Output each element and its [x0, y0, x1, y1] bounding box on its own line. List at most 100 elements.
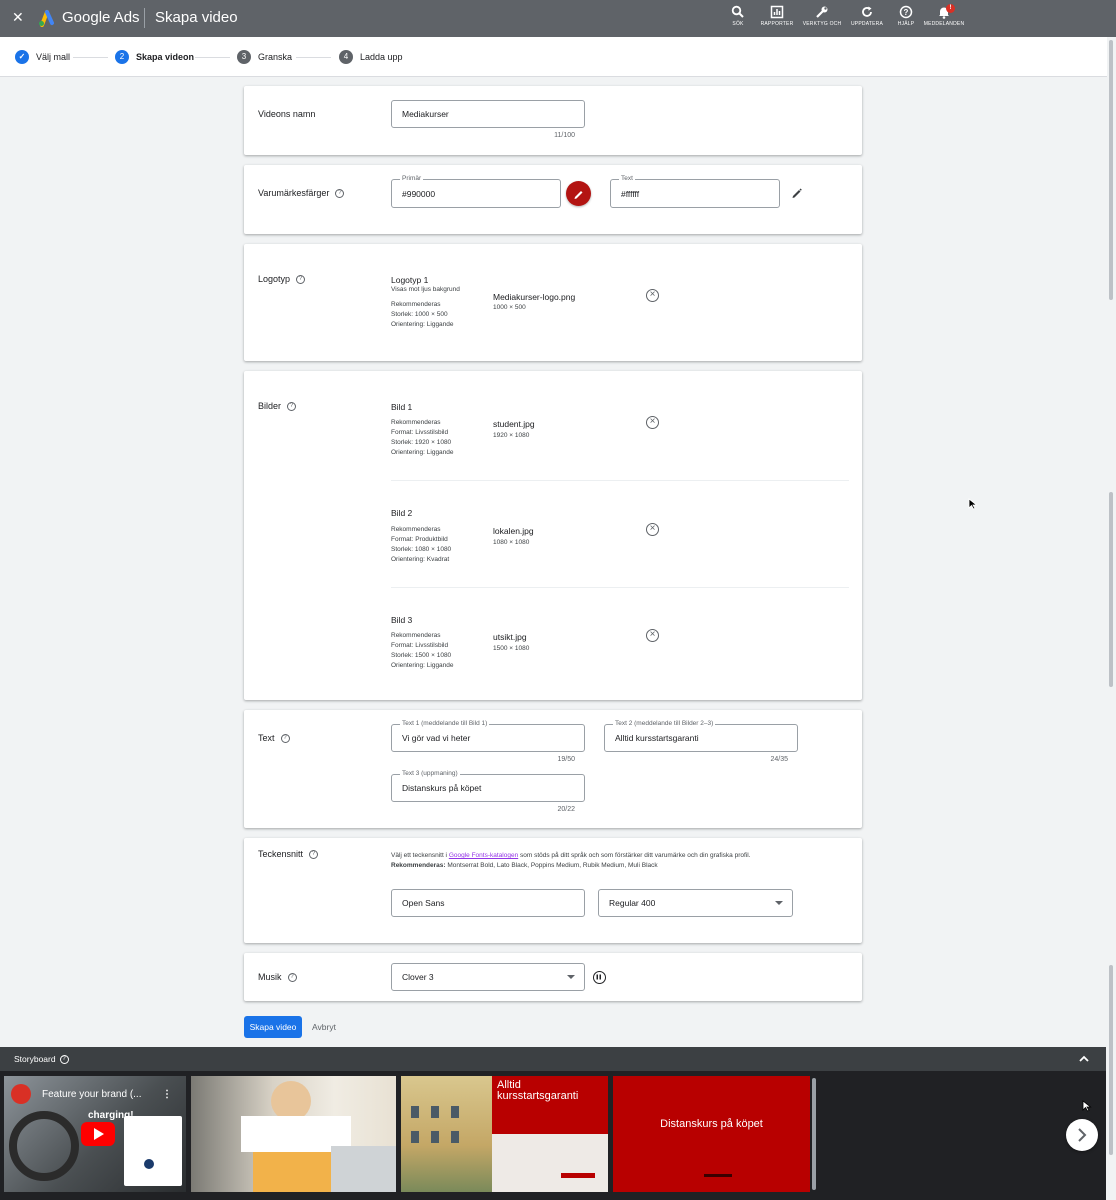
search-button[interactable]: SÖK — [718, 5, 758, 27]
thumb-guarantee-text: Alltid kursstartsgaranti — [497, 1079, 579, 1102]
logo-label-text: Logotyp — [258, 274, 291, 284]
image-3-rec-3: Storlek: 1500 × 1080 — [391, 652, 452, 659]
text-3-label: Text 3 (uppmaning) — [400, 769, 460, 779]
step-connector — [296, 57, 331, 58]
page-title: Skapa video — [155, 9, 238, 26]
step-create-video[interactable]: 2 Skapa videon — [115, 49, 194, 65]
scrollbar-thumb[interactable] — [1109, 40, 1113, 300]
text-1-value: Vi gör vad vi heter — [402, 733, 471, 743]
storyboard-thumb-video[interactable]: Feature your brand (... ⋮ charging! — [4, 1076, 186, 1192]
pause-icon — [596, 974, 601, 980]
close-icon: × — [649, 416, 656, 427]
logo-card: Logotyp ? Logotyp 1 Visas mot ljus bakgr… — [244, 244, 862, 361]
text-color-label: Text — [619, 174, 635, 184]
storyboard-thumb-student[interactable] — [191, 1076, 396, 1192]
brand-logo-strip — [561, 1173, 595, 1178]
youtube-play-icon[interactable] — [81, 1122, 115, 1146]
step-label: Granska — [258, 52, 293, 62]
image-3-title: Bild 3 — [391, 615, 413, 625]
chevron-up-icon[interactable] — [1078, 1053, 1090, 1065]
font-weight-value: Regular 400 — [609, 898, 656, 908]
close-icon[interactable]: ✕ — [12, 9, 24, 26]
window — [411, 1106, 419, 1118]
search-icon — [731, 5, 744, 18]
more-vert-icon[interactable]: ⋮ — [162, 1089, 172, 1100]
help-button[interactable]: ? HJÄLP — [886, 5, 926, 27]
text-2-input[interactable]: Text 2 (meddelande till Bilder 2–3) Allt… — [604, 719, 798, 752]
step-number: 4 — [339, 50, 353, 64]
remove-image-1-button[interactable]: × — [646, 416, 659, 429]
video-overlay-text: charging! — [88, 1110, 134, 1121]
storyboard-title-text: Storyboard — [14, 1054, 56, 1064]
remove-image-2-button[interactable]: × — [646, 523, 659, 536]
music-select[interactable]: Clover 3 — [391, 963, 585, 991]
step-upload[interactable]: 4 Ladda upp — [339, 49, 403, 65]
create-video-button[interactable]: Skapa video — [244, 1016, 302, 1038]
help-icon[interactable]: ? — [59, 1054, 69, 1064]
notification-badge: ! — [946, 4, 955, 13]
top-app-bar: ✕ Google Ads Skapa video SÖK RAPPORTER V… — [0, 0, 1116, 37]
image-3-rec-2: Format: Livsstilsbild — [391, 642, 449, 649]
font-label: Teckensnitt ? — [258, 849, 319, 859]
logo-rec-2: Storlek: 1000 × 500 — [391, 311, 448, 318]
storyboard-header[interactable]: Storyboard ? — [0, 1047, 1106, 1071]
divider — [391, 587, 849, 588]
chevron-right-icon — [1078, 1128, 1087, 1142]
storyboard-title: Storyboard ? — [14, 1054, 69, 1064]
image-3-rec-1: Rekommenderas — [391, 632, 441, 639]
pause-button[interactable] — [593, 971, 606, 984]
brand-logo-icon — [144, 1159, 154, 1169]
help-icon[interactable]: ? — [296, 274, 306, 284]
image-1-file-size: 1920 × 1080 — [493, 432, 530, 439]
cancel-button[interactable]: Avbryt — [312, 1022, 336, 1032]
text-1-counter: 19/50 — [557, 756, 575, 763]
font-weight-select[interactable]: Regular 400 — [598, 889, 793, 917]
primary-color-picker-button[interactable] — [566, 181, 591, 206]
channel-avatar — [11, 1084, 31, 1104]
font-family-input[interactable]: Open Sans — [391, 889, 585, 917]
cursor-icon — [968, 498, 978, 512]
window — [451, 1106, 459, 1118]
help-icon[interactable]: ? — [280, 733, 290, 743]
text-3-input[interactable]: Text 3 (uppmaning) Distanskurs på köpet — [391, 769, 585, 802]
scrollbar-thumb[interactable] — [1109, 492, 1113, 687]
text-color-picker-button[interactable] — [789, 185, 805, 201]
reports-button[interactable]: RAPPORTER — [757, 5, 797, 27]
remove-logo-button[interactable]: × — [646, 289, 659, 302]
step-review[interactable]: 3 Granska — [237, 49, 292, 65]
logo-rec-3: Orientering: Liggande — [391, 321, 454, 328]
reports-label: RAPPORTER — [760, 21, 794, 27]
remove-image-3-button[interactable]: × — [646, 629, 659, 642]
close-icon: × — [649, 629, 656, 640]
image-2-file-name: lokalen.jpg — [493, 526, 534, 536]
scrollbar-thumb[interactable] — [1109, 965, 1113, 1155]
storyboard-thumb-endcard[interactable]: Distanskurs på köpet — [613, 1076, 810, 1192]
step-choose-template[interactable]: ✓ Välj mall — [15, 49, 70, 65]
text-color-input[interactable]: Text #ffffff — [610, 174, 780, 208]
pencil-icon — [574, 191, 583, 199]
storyboard-thumb-building[interactable]: Alltid kursstartsgaranti — [401, 1076, 608, 1192]
help-icon[interactable]: ? — [287, 972, 297, 982]
storyboard-scroll-thumb[interactable] — [812, 1078, 816, 1190]
text-1-label: Text 1 (meddelande till Bild 1) — [400, 719, 490, 729]
image-2-file-size: 1080 × 1080 — [493, 539, 530, 546]
google-fonts-link[interactable]: Google Fonts-katalogen — [449, 852, 518, 859]
image-1-title: Bild 1 — [391, 402, 413, 412]
logo-file-size: 1000 × 500 — [493, 304, 526, 311]
help-icon[interactable]: ? — [309, 849, 319, 859]
video-name-input[interactable]: Mediakurser — [391, 100, 585, 128]
help-icon[interactable]: ? — [287, 401, 297, 411]
help-icon[interactable]: ? — [335, 188, 345, 198]
notifications-button[interactable]: MEDDELANDEN ! — [923, 4, 965, 27]
primary-color-input[interactable]: Primär #990000 — [391, 174, 561, 208]
text-2-label: Text 2 (meddelande till Bilder 2–3) — [613, 719, 716, 729]
brand-colors-card: Varumärkesfärger ? Primär #990000 Text #… — [244, 165, 862, 234]
next-button[interactable] — [1066, 1119, 1098, 1151]
tools-button[interactable]: VERKTYG OCH — [802, 5, 842, 27]
text-label: Text ? — [258, 733, 290, 743]
text-1-input[interactable]: Text 1 (meddelande till Bild 1) Vi gör v… — [391, 719, 585, 752]
step-connector — [195, 57, 230, 58]
page-scrollbar[interactable] — [1107, 37, 1116, 1200]
step-label: Välj mall — [36, 52, 71, 62]
refresh-button[interactable]: UPPDATERA — [847, 5, 887, 27]
